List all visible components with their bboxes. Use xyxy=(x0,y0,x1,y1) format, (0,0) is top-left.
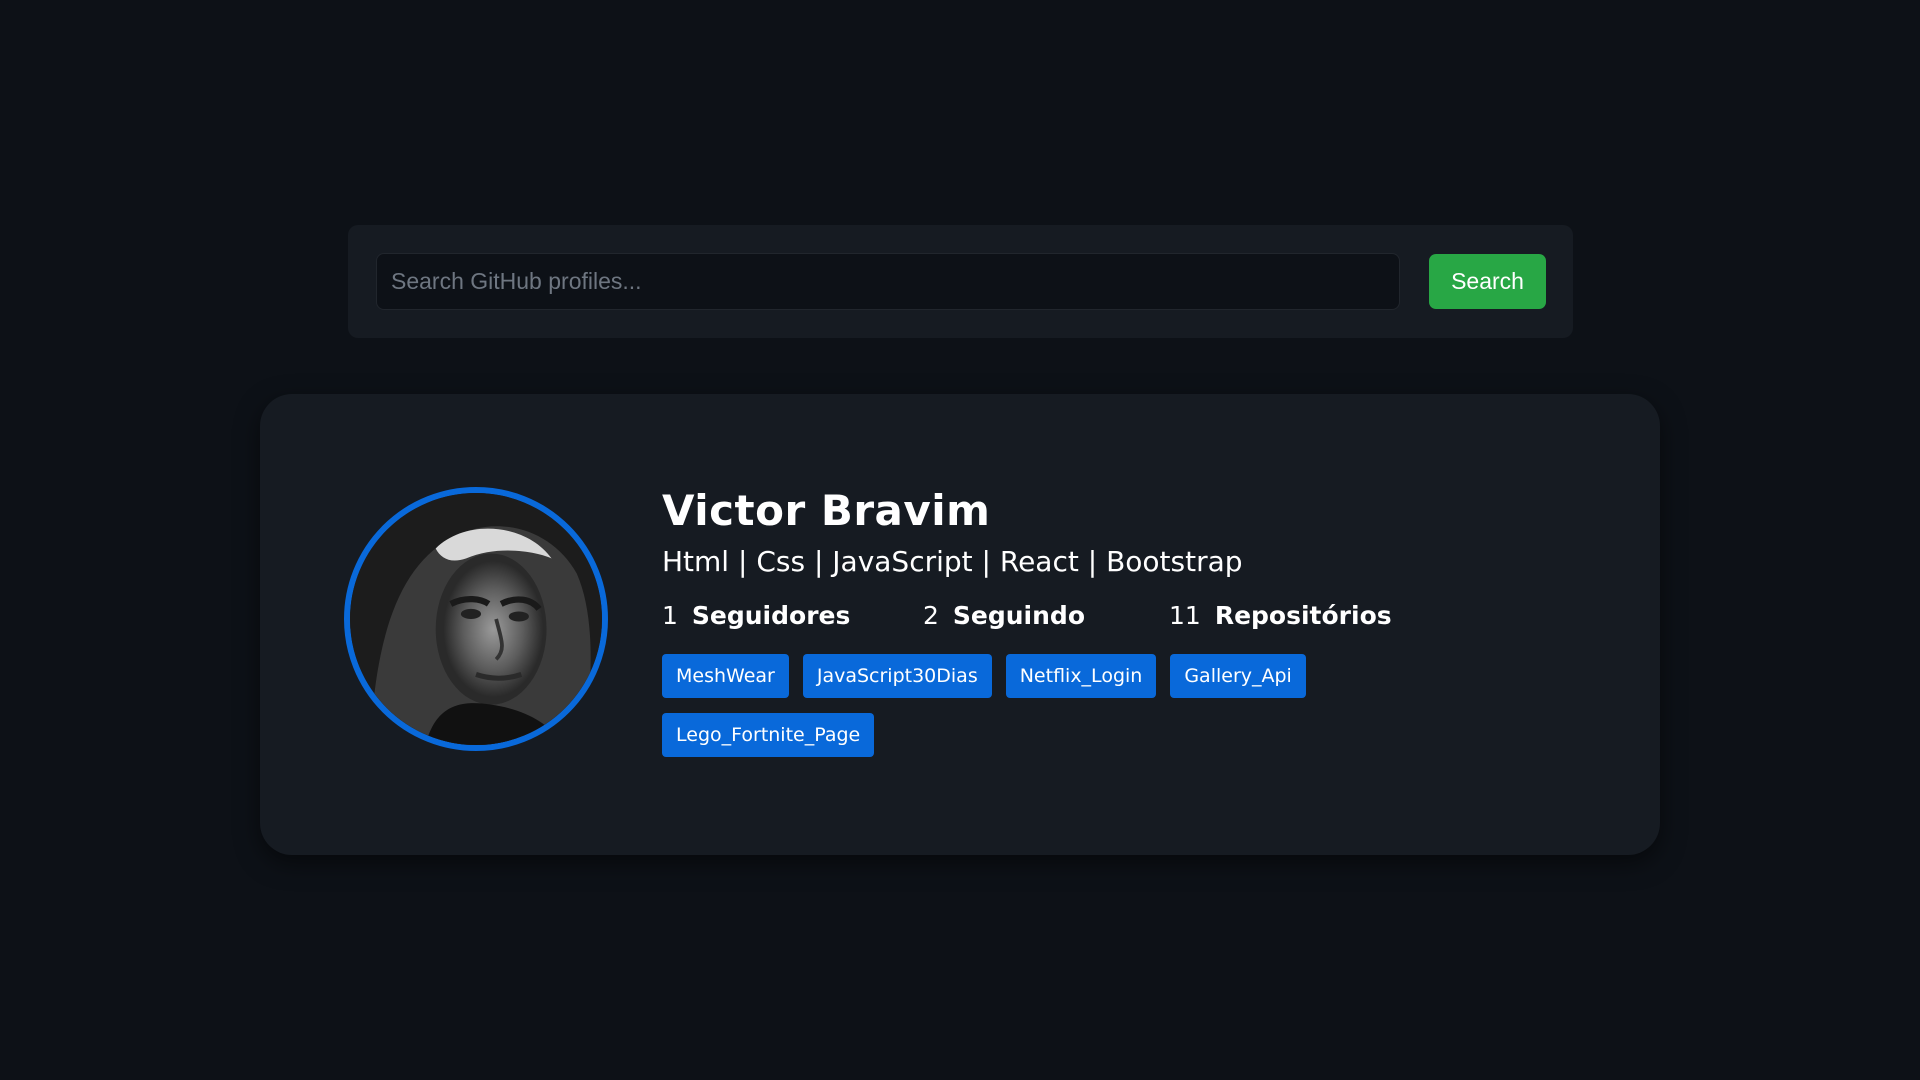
profile-name: Victor Bravim xyxy=(662,486,991,535)
search-button[interactable]: Search xyxy=(1429,254,1546,309)
stat-repositories: 11 Repositórios xyxy=(1169,596,1392,636)
stat-followers: 1 Seguidores xyxy=(662,596,923,636)
followers-count: 1 xyxy=(662,601,678,630)
profile-card: Victor Bravim Html | Css | JavaScript | … xyxy=(260,394,1660,855)
repo-link[interactable]: Gallery_Api xyxy=(1170,654,1306,698)
search-panel: Search xyxy=(348,225,1573,338)
page: Search GitHub profiles... Search Victor … xyxy=(0,0,1920,1080)
profile-stats: 1 Seguidores 2 Seguindo 11 Repositórios xyxy=(662,596,1562,636)
avatar xyxy=(344,487,608,751)
repositories-count: 11 xyxy=(1169,601,1201,630)
repo-list: MeshWear JavaScript30Dias Netflix_Login … xyxy=(662,654,1382,757)
following-label: Seguindo xyxy=(952,601,1085,630)
following-count: 2 xyxy=(923,601,939,630)
avatar-photo xyxy=(350,493,602,745)
search-input[interactable] xyxy=(376,253,1400,310)
repositories-label: Repositórios xyxy=(1214,601,1392,630)
stat-following: 2 Seguindo xyxy=(923,596,1169,636)
repo-link[interactable]: MeshWear xyxy=(662,654,789,698)
repo-link[interactable]: Lego_Fortnite_Page xyxy=(662,713,875,757)
repo-link[interactable]: Netflix_Login xyxy=(1005,654,1157,698)
profile-bio: Html | Css | JavaScript | React | Bootst… xyxy=(662,545,1243,578)
repo-link[interactable]: JavaScript30Dias xyxy=(802,654,992,698)
profile-info: Victor Bravim Html | Css | JavaScript | … xyxy=(662,484,1562,757)
followers-label: Seguidores xyxy=(691,601,851,630)
